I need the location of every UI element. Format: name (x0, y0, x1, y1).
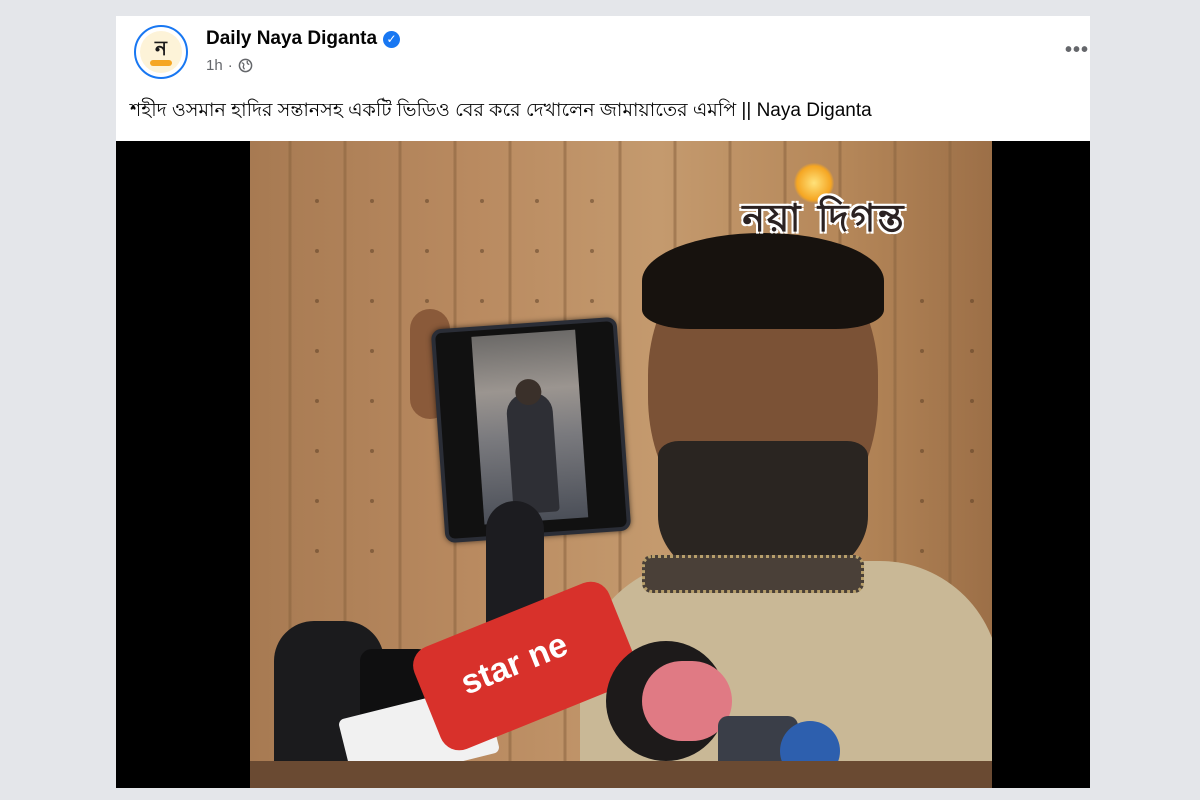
facebook-post-card: ন Daily Naya Diganta ✓ 1h · ••• শহীদ ওসম… (116, 16, 1090, 788)
post-meta: 1h · (206, 57, 253, 74)
speaker-collar (642, 555, 864, 593)
post-header: ন Daily Naya Diganta ✓ 1h · ••• শহীদ ওসম… (116, 16, 1090, 141)
phone-video-figure (505, 391, 560, 515)
channel-watermark: নয়া দিগন্ত (684, 163, 964, 243)
page-name-row: Daily Naya Diganta ✓ (206, 28, 401, 50)
more-options-icon[interactable]: ••• (1064, 39, 1090, 61)
post-caption: শহীদ ওসমান হাদির সন্তানসহ একটি ভিডিও বের… (130, 100, 872, 121)
video-frame: star ne নয়া দিগন্ত (250, 141, 992, 788)
globe-icon[interactable] (238, 58, 253, 73)
logo-sun-icon (150, 60, 172, 66)
mic-logo-text: star ne (455, 625, 573, 703)
watermark-text: নয়া দিগন্ত (742, 195, 906, 240)
podium (250, 761, 992, 788)
page-logo: ন (140, 31, 182, 73)
video-player[interactable]: star ne নয়া দিগন্ত (116, 141, 1090, 788)
logo-letter: ন (155, 36, 167, 60)
page-name-link[interactable]: Daily Naya Diganta (206, 28, 377, 50)
verified-badge-icon: ✓ (383, 30, 401, 48)
post-timestamp[interactable]: 1h (206, 57, 223, 74)
page-avatar[interactable]: ন (134, 25, 188, 79)
meta-separator: · (227, 57, 233, 74)
phone-screen (471, 329, 589, 525)
